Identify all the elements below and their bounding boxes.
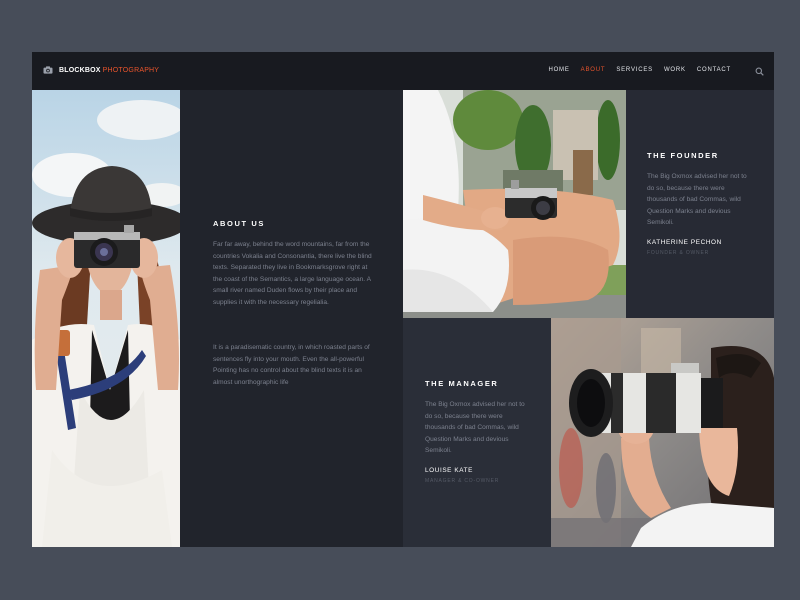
about-paragraph: Far far away, behind the word mountains,… [213,241,372,306]
brand-name: BLOCKBOX [59,66,101,74]
manager-section: THE MANAGER The Big Oxmox advised her no… [403,318,551,547]
manager-title: THE MANAGER [425,379,499,388]
manager-role: MANAGER & CO-OWNER [425,478,500,484]
nav-work[interactable]: WORK [664,67,686,73]
manager-person: LOUISE KATE MANAGER & CO-OWNER [425,467,499,484]
camera-icon [43,66,53,74]
search-icon[interactable] [755,67,764,76]
nav-about[interactable]: ABOUT [581,67,606,73]
founder-title: THE FOUNDER [647,151,719,160]
founder-name: KATHERINE PECHON [647,239,722,246]
photo-woman-with-telephoto-lens [551,318,774,547]
photo-woman-with-hat [32,90,180,547]
founder-role: FOUNDER & OWNER [647,250,709,256]
founder-person: KATHERINE PECHON FOUNDER & OWNER [647,239,722,256]
logo[interactable]: BLOCKBOX PHOTOGRAPHY [43,66,159,74]
manager-text: The Big Oxmox advised her not to do so, … [425,401,525,454]
nav-services[interactable]: SERVICES [616,67,653,73]
nav-contact[interactable]: CONTACT [697,67,731,73]
site-header: BLOCKBOX PHOTOGRAPHY HOME ABOUT SERVICES … [32,52,774,90]
about-title: ABOUT US [213,219,265,228]
brand-accent: PHOTOGRAPHY [102,66,160,74]
founder-text: The Big Oxmox advised her not to do so, … [647,173,747,226]
about-paragraph: It is a paradisematic country, in which … [213,344,370,386]
logo-text: BLOCKBOX PHOTOGRAPHY [59,67,159,74]
page-frame: BLOCKBOX PHOTOGRAPHY HOME ABOUT SERVICES … [32,52,774,547]
founder-section: THE FOUNDER The Big Oxmox advised her no… [626,90,774,318]
manager-name: LOUISE KATE [425,467,474,474]
nav-home[interactable]: HOME [548,67,569,73]
about-section: ABOUT US Far far away, behind the word m… [180,90,403,547]
photo-woman-sitting-with-camera [403,90,626,318]
main-nav: HOME ABOUT SERVICES WORK CONTACT [548,67,731,73]
